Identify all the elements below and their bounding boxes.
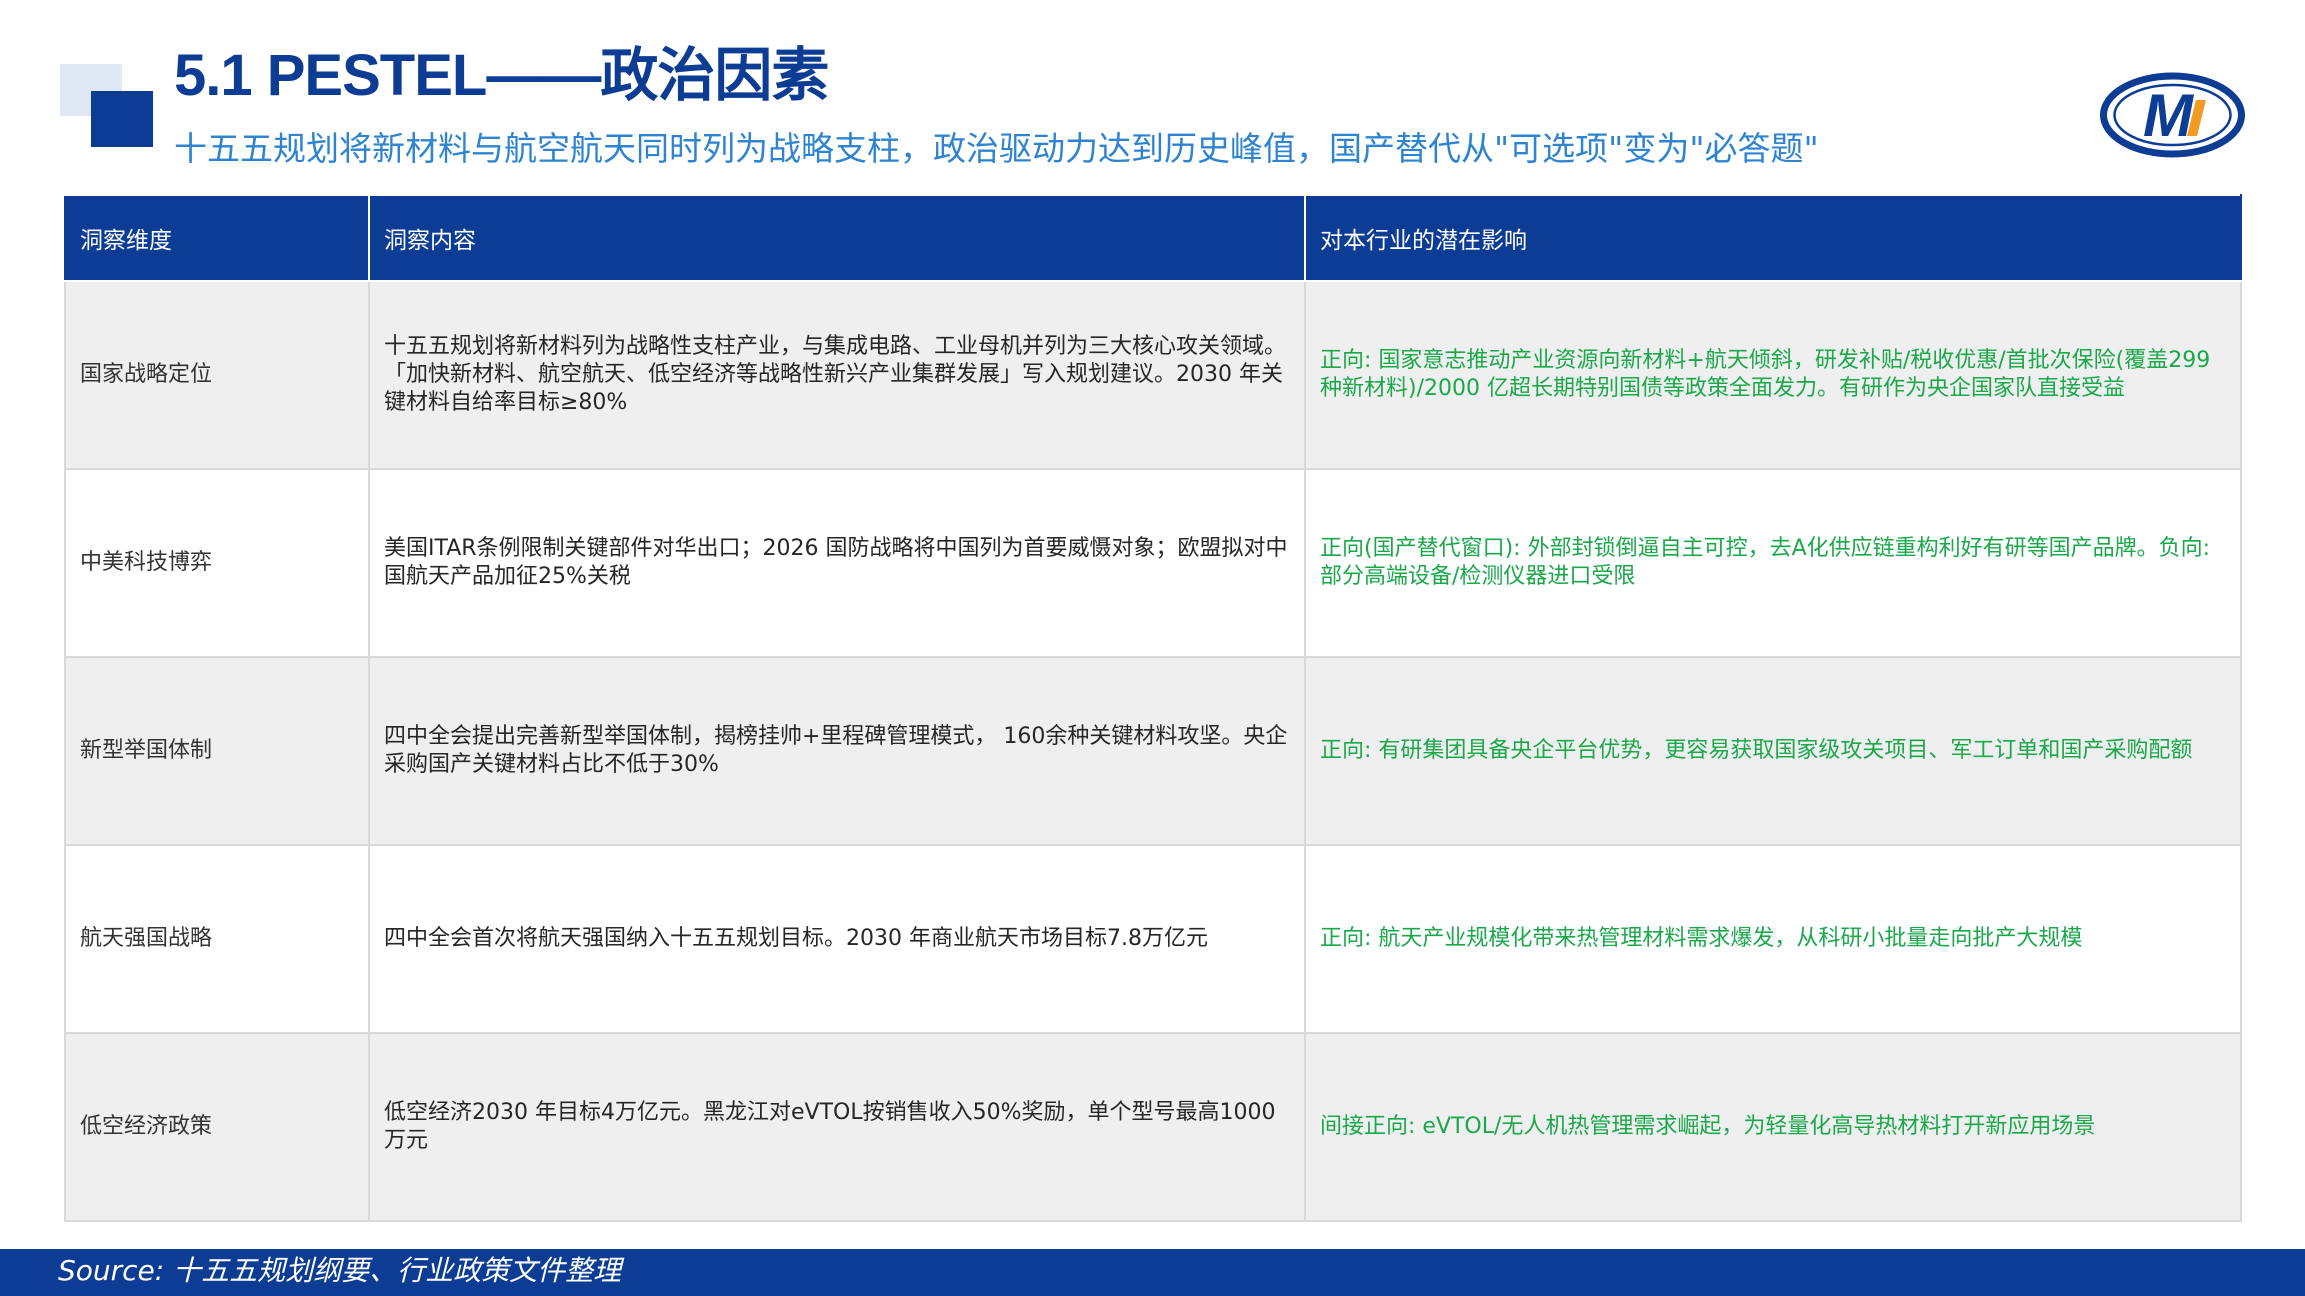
footer-bar: Source: 十五五规划纲要、行业政策文件整理 (0, 1249, 2305, 1296)
header-content: 洞察内容 (368, 194, 1306, 282)
impact-cell: 正向: 航天产业规模化带来热管理材料需求爆发，从科研小批量走向批产大规模 (1304, 844, 2242, 1034)
table-row: 低空经济政策 低空经济2030 年目标4万亿元。黑龙江对eVTOL按销售收入50… (64, 1032, 2242, 1222)
title-decoration-dark-square (91, 91, 153, 147)
dimension-cell: 中美科技博弈 (64, 468, 370, 658)
table-row: 新型举国体制 四中全会提出完善新型举国体制，揭榜挂帅+里程碑管理模式， 160余… (64, 656, 2242, 846)
table-row: 国家战略定位 十五五规划将新材料列为战略性支柱产业，与集成电路、工业母机并列为三… (64, 280, 2242, 470)
table-row: 航天强国战略 四中全会首次将航天强国纳入十五五规划目标。2030 年商业航天市场… (64, 844, 2242, 1034)
dimension-cell: 低空经济政策 (64, 1032, 370, 1222)
table-row: 中美科技博弈 美国ITAR条例限制关键部件对华出口；2026 国防战略将中国列为… (64, 468, 2242, 658)
impact-cell: 正向: 有研集团具备央企平台优势，更容易获取国家级攻关项目、军工订单和国产采购配… (1304, 656, 2242, 846)
header-impact: 对本行业的潜在影响 (1304, 194, 2242, 282)
table-header-row: 洞察维度 洞察内容 对本行业的潜在影响 (64, 194, 2242, 282)
content-cell: 四中全会首次将航天强国纳入十五五规划目标。2030 年商业航天市场目标7.8万亿… (368, 844, 1306, 1034)
impact-cell: 正向: 国家意志推动产业资源向新材料+航天倾斜，研发补贴/税收优惠/首批次保险(… (1304, 280, 2242, 470)
content-cell: 美国ITAR条例限制关键部件对华出口；2026 国防战略将中国列为首要威慑对象；… (368, 468, 1306, 658)
content-cell: 十五五规划将新材料列为战略性支柱产业，与集成电路、工业母机并列为三大核心攻关领域… (368, 280, 1306, 470)
impact-cell: 正向(国产替代窗口): 外部封锁倒逼自主可控，去A化供应链重构利好有研等国产品牌… (1304, 468, 2242, 658)
impact-cell: 间接正向: eVTOL/无人机热管理需求崛起，为轻量化高导热材料打开新应用场景 (1304, 1032, 2242, 1222)
page-title: 5.1 PESTEL——政治因素 (174, 43, 829, 108)
dimension-cell: 国家战略定位 (64, 280, 370, 470)
header-dimension: 洞察维度 (64, 194, 370, 282)
company-logo-icon: M (2100, 72, 2245, 158)
pestel-table: 洞察维度 洞察内容 对本行业的潜在影响 国家战略定位 十五五规划将新材料列为战略… (64, 194, 2242, 1222)
page-subtitle: 十五五规划将新材料与航空航天同时列为战略支柱，政治驱动力达到历史峰值，国产替代从… (174, 129, 1819, 168)
logo-letter: M (2143, 82, 2195, 149)
dimension-cell: 新型举国体制 (64, 656, 370, 846)
content-cell: 低空经济2030 年目标4万亿元。黑龙江对eVTOL按销售收入50%奖励，单个型… (368, 1032, 1306, 1222)
dimension-cell: 航天强国战略 (64, 844, 370, 1034)
content-cell: 四中全会提出完善新型举国体制，揭榜挂帅+里程碑管理模式， 160余种关键材料攻坚… (368, 656, 1306, 846)
source-note: Source: 十五五规划纲要、行业政策文件整理 (58, 1254, 622, 1287)
